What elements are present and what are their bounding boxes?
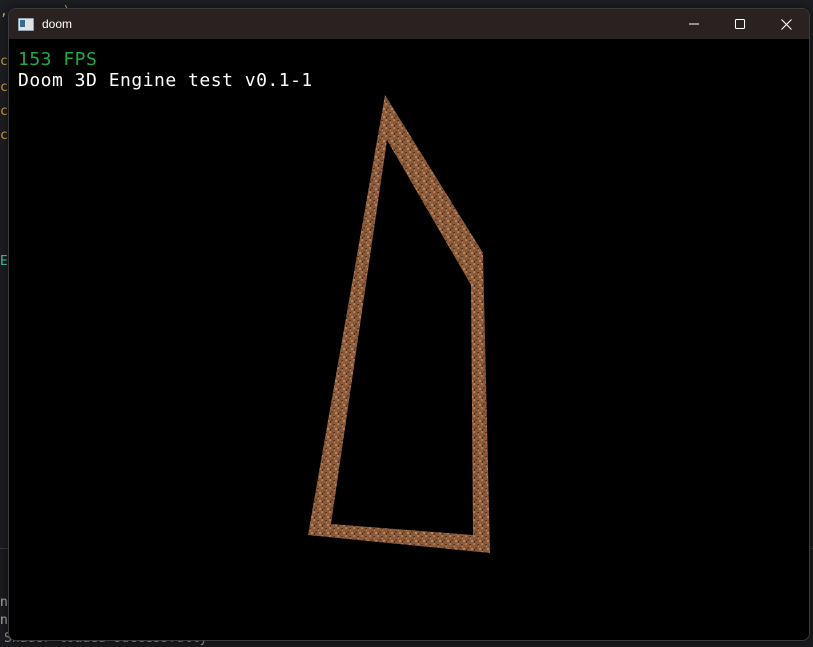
wall-render bbox=[308, 95, 490, 553]
close-icon bbox=[780, 18, 792, 30]
title-bar[interactable]: doom bbox=[9, 9, 809, 39]
wall-outline bbox=[308, 95, 490, 553]
engine-title-text: Doom 3D Engine test v0.1-1 bbox=[18, 70, 313, 91]
close-button[interactable] bbox=[763, 9, 809, 39]
bg-terminal-line: n bbox=[0, 613, 8, 628]
minimize-icon bbox=[689, 23, 699, 25]
maximize-icon bbox=[735, 19, 745, 29]
game-viewport[interactable]: 153 FPS Doom 3D Engine test v0.1-1 bbox=[9, 39, 809, 640]
game-window[interactable]: doom 153 FPS Doom 3D Engine test v0.1-1 bbox=[8, 8, 810, 641]
minimize-button[interactable] bbox=[671, 9, 717, 39]
maximize-button[interactable] bbox=[717, 9, 763, 39]
window-title: doom bbox=[42, 17, 73, 31]
app-window-icon bbox=[18, 17, 34, 31]
fps-counter: 153 FPS bbox=[18, 49, 98, 70]
